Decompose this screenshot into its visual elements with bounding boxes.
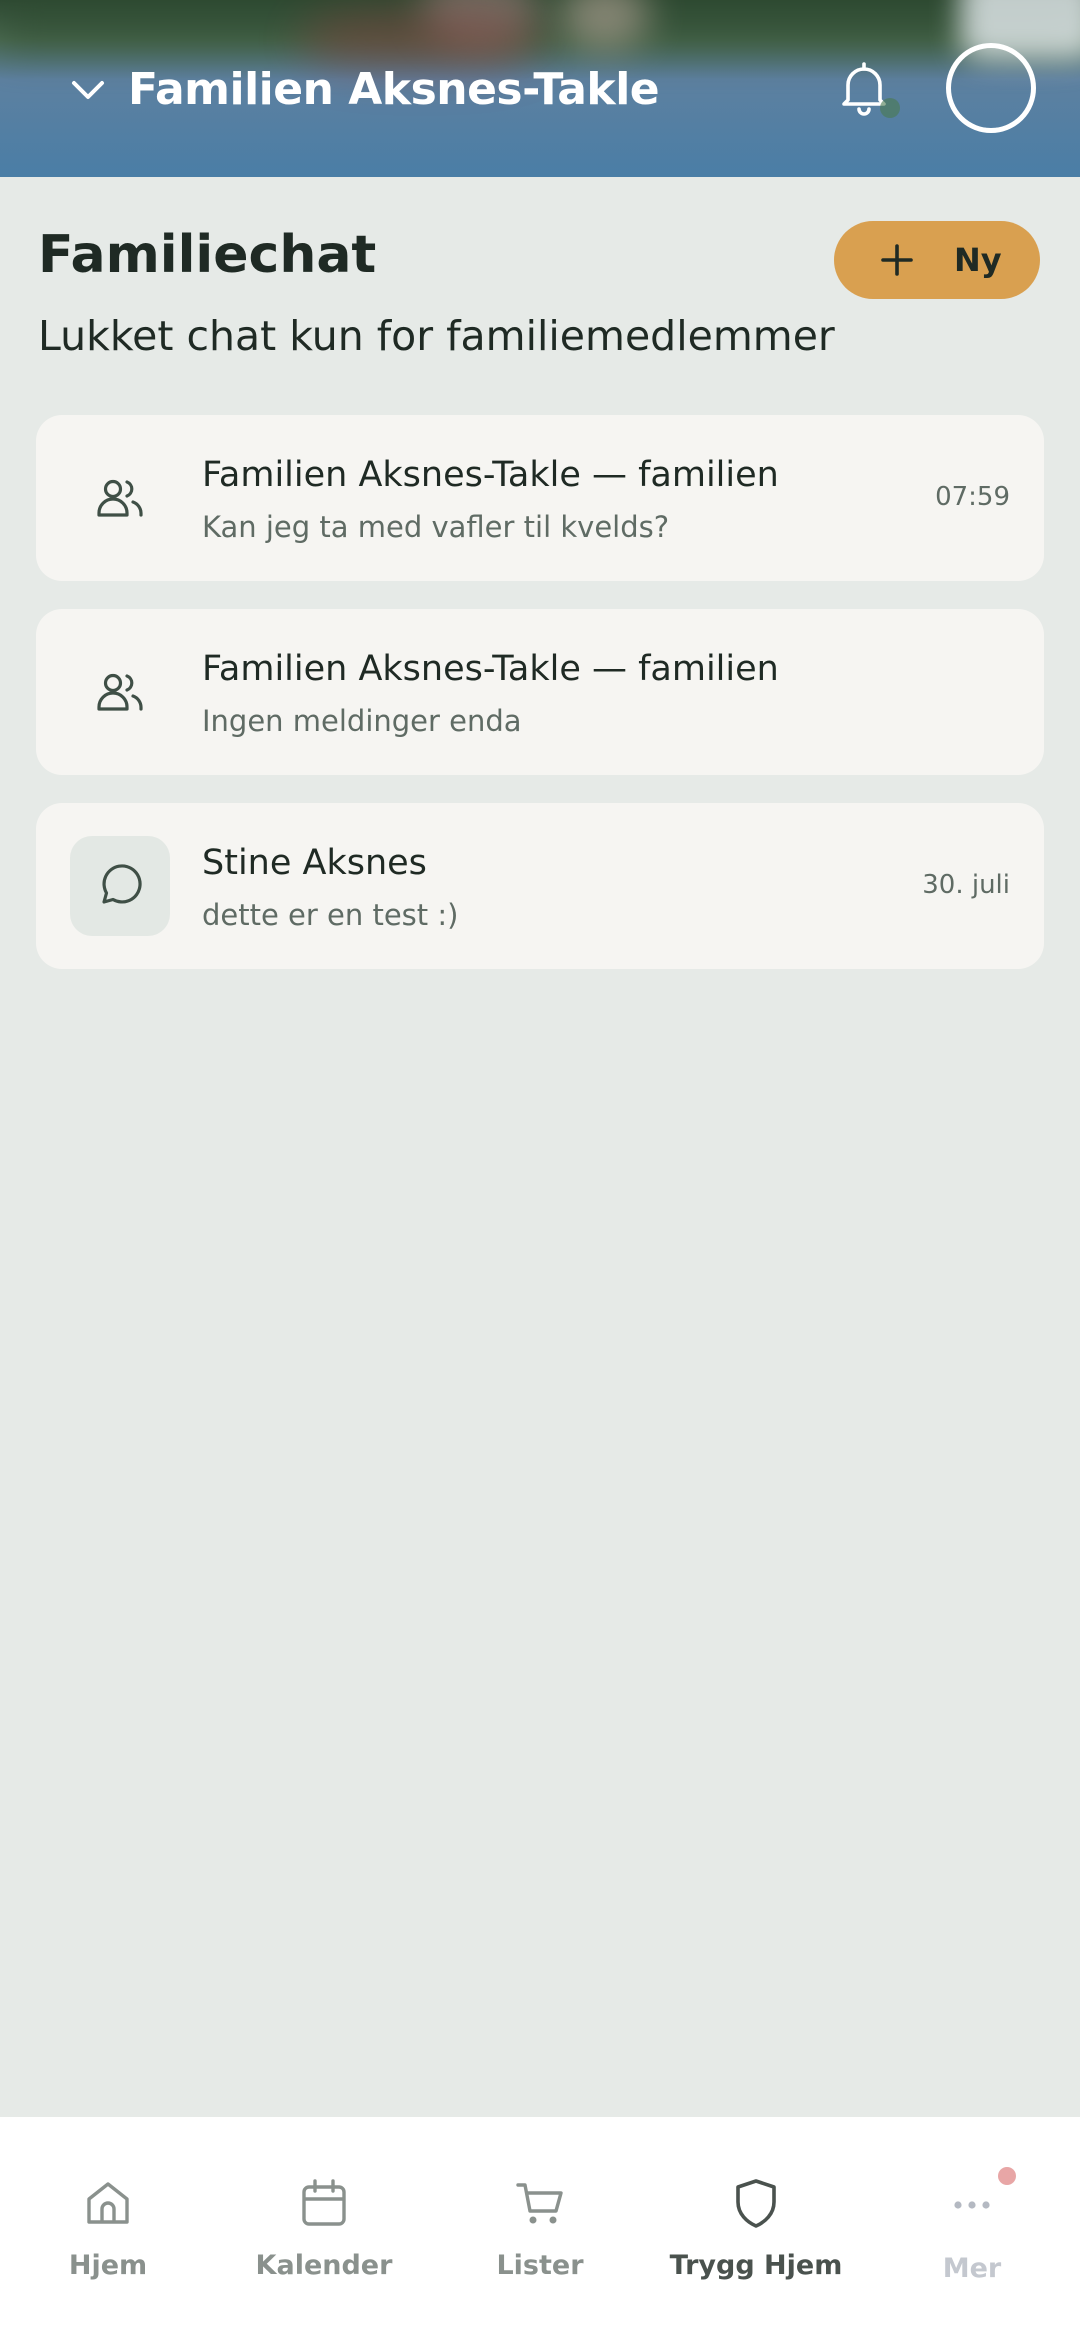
chat-timestamp: 07:59 <box>935 482 1010 512</box>
nav-label: Lister <box>496 2250 584 2281</box>
app-header: Familien Aksnes-Takle <box>0 0 1080 177</box>
group-icon-box <box>70 448 170 548</box>
chat-last-message: Ingen meldinger enda <box>202 704 522 738</box>
nav-item-lister[interactable]: Lister <box>432 2117 648 2337</box>
group-icon-box <box>70 642 170 742</box>
nav-item-trygg-hjem[interactable]: Trygg Hjem <box>648 2117 864 2337</box>
chat-item[interactable]: Stine Aksnes dette er en test :) 30. jul… <box>36 803 1044 969</box>
calendar-icon <box>302 2179 346 2226</box>
group-icon <box>97 479 143 517</box>
notification-dot <box>998 2167 1016 2185</box>
new-chat-button-label: Ny <box>954 241 1002 279</box>
more-icon <box>954 2201 990 2209</box>
nav-label: Trygg Hjem <box>669 2250 843 2281</box>
nav-item-mer[interactable]: Mer <box>864 2117 1080 2337</box>
shield-icon <box>736 2179 776 2228</box>
chat-title: Stine Aksnes <box>202 843 427 883</box>
chat-item[interactable]: Familien Aksnes-Takle — familien Ingen m… <box>36 609 1044 775</box>
group-icon <box>97 673 143 711</box>
chat-item[interactable]: Familien Aksnes-Takle — familien Kan jeg… <box>36 415 1044 581</box>
family-switcher[interactable]: Familien Aksnes-Takle <box>128 60 660 120</box>
header-row: Familien Aksnes-Takle <box>0 40 1080 140</box>
chat-title: Familien Aksnes-Takle — familien <box>202 455 779 495</box>
chat-bubble-icon <box>102 864 142 904</box>
notification-dot <box>880 98 900 118</box>
plus-icon <box>881 244 913 276</box>
nav-label: Kalender <box>255 2250 393 2281</box>
cart-icon <box>516 2183 563 2224</box>
bottom-nav: Hjem Kalender Lister Trygg Hjem Mer <box>0 2117 1080 2337</box>
page-subtitle: Lukket chat kun for familiemedlemmer <box>38 312 835 360</box>
chat-timestamp: 30. juli <box>922 870 1010 900</box>
chat-last-message: Kan jeg ta med vafler til kvelds? <box>202 510 670 544</box>
chat-bubble-icon-box <box>70 836 170 936</box>
nav-item-kalender[interactable]: Kalender <box>216 2117 432 2337</box>
nav-item-hjem[interactable]: Hjem <box>0 2117 216 2337</box>
home-icon <box>87 2182 129 2224</box>
chat-last-message: dette er en test :) <box>202 898 459 932</box>
nav-label: Hjem <box>68 2250 148 2281</box>
chat-title: Familien Aksnes-Takle — familien <box>202 649 779 689</box>
avatar[interactable] <box>946 43 1036 133</box>
page-title: Familiechat <box>38 225 377 285</box>
chevron-down-icon[interactable] <box>68 70 108 110</box>
nav-label: Mer <box>942 2253 1002 2284</box>
new-chat-button[interactable]: Ny <box>834 221 1040 299</box>
